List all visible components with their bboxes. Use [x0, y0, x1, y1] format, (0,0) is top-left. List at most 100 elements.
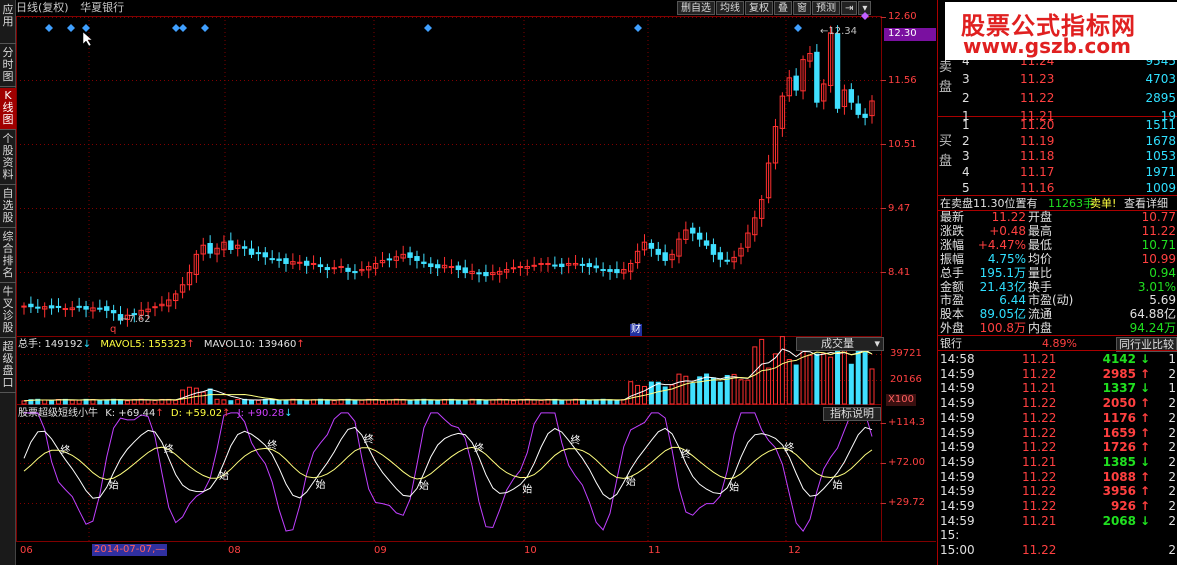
stat-value-2: 64.88亿 — [1129, 307, 1176, 322]
volume-bar — [386, 399, 392, 405]
stat-value-2: 10.71 — [1141, 237, 1176, 252]
signal-diamond-icon — [424, 24, 432, 32]
tick-row: 14:59 11.22 1726 ↑ 2 — [938, 440, 1177, 455]
volume-bar — [635, 384, 641, 405]
tick-time: 14:59 — [940, 410, 975, 425]
stat-value: 6.44 — [999, 293, 1026, 308]
sell-level-row[interactable]: 3 11.23 4703 — [938, 71, 1177, 87]
tick-extra: 2 — [1168, 396, 1176, 411]
candle-down — [724, 259, 730, 262]
level-num: 4 — [962, 165, 970, 180]
volume-bar — [835, 346, 841, 405]
tick-row: 14:59 11.22 3956 ↑ 2 — [938, 484, 1177, 499]
candle-up — [510, 267, 517, 270]
tab-super-panel[interactable]: 超级盘口 — [0, 339, 16, 393]
volume-bar — [483, 400, 489, 405]
stat-label: 总手 — [940, 265, 965, 280]
candle-down — [248, 248, 255, 255]
stat-row: 股本 89.05亿 流通 64.88亿 — [938, 307, 1177, 321]
tick-extra: 2 — [1168, 543, 1176, 558]
volume-ma-line — [23, 350, 873, 402]
candle-down — [476, 272, 482, 275]
candle-down — [207, 243, 213, 254]
volume-bar — [104, 399, 110, 405]
arrow-up-icon: ↑ — [1139, 484, 1150, 499]
tab-profile[interactable]: 个股资料 — [0, 131, 16, 185]
tab-diagnosis[interactable]: 牛叉诊股 — [0, 284, 16, 338]
xaxis-label-10: 10 — [524, 545, 537, 556]
mouse-cursor-icon — [82, 31, 93, 47]
tab-apps[interactable]: 应用 — [0, 2, 16, 44]
arrow-down-icon: ↓ — [1139, 352, 1150, 366]
buy-level-row[interactable]: 4 11.17 1971 — [938, 164, 1177, 180]
tab-kline[interactable]: K线图 — [0, 88, 16, 130]
volume-bar — [118, 399, 124, 405]
tick-time: 14:58 — [940, 352, 975, 366]
volume-bar — [669, 384, 675, 405]
current-price-tag: 12.30 — [884, 28, 936, 41]
candle-down — [386, 258, 393, 261]
candle-down — [710, 244, 717, 255]
vol-unit: X100 — [886, 394, 916, 406]
stat-label-2: 均价 — [1028, 251, 1053, 266]
finance-marker[interactable]: 财 — [630, 324, 642, 336]
volume-bar — [324, 399, 330, 405]
candle-down — [552, 264, 558, 267]
tab-watchlist[interactable]: 自选股 — [0, 186, 16, 228]
kline-chart[interactable]: 终始 终始 终始 终始 终始 终始 终始 终始 — [16, 0, 937, 565]
buy-level-row[interactable]: 5 11.16 1009 — [938, 180, 1177, 196]
stat-row: 涨跌 +0.48 最高 11.22 — [938, 224, 1177, 238]
tick-extra: 2 — [1168, 513, 1176, 528]
xaxis-label-11: 11 — [648, 545, 661, 556]
tab-intraday[interactable]: 分时图 — [0, 45, 16, 87]
volume-bar — [428, 399, 434, 405]
volume-bar — [662, 386, 668, 405]
level-num: 5 — [962, 180, 970, 195]
tick-price: 11.22 — [1022, 543, 1057, 558]
arrow-up-icon: ↑ — [1139, 410, 1150, 425]
candle-up — [310, 262, 317, 265]
stat-label-2: 最低 — [1028, 237, 1053, 252]
level-volume: 4703 — [1145, 72, 1176, 87]
tick-time: 15: — [940, 528, 960, 543]
sell-level-row[interactable]: 2 11.22 2895 — [938, 90, 1177, 106]
candle-down — [703, 240, 710, 246]
buy-level-row[interactable]: 1 11.20 1511 — [938, 117, 1177, 133]
volume-bar — [228, 400, 234, 405]
arrow-up-icon: ↑ — [1139, 440, 1150, 455]
indicator-selector[interactable]: 成交量 ▾ — [796, 337, 884, 351]
tick-volume: 2985 — [1102, 366, 1136, 381]
stat-row: 金额 21.43亿 换手 3.01% — [938, 280, 1177, 294]
tab-ranking[interactable]: 综合排名 — [0, 229, 16, 283]
buy-level-row[interactable]: 3 11.18 1053 — [938, 148, 1177, 164]
start-mark: 始 — [419, 479, 429, 492]
stat-row: 总手 195.1万 量比 0.94 — [938, 266, 1177, 280]
stat-row: 涨幅 +4.47% 最低 10.71 — [938, 238, 1177, 252]
stat-label-2: 最高 — [1028, 223, 1053, 238]
candle-down — [104, 306, 110, 311]
level-num: 1 — [962, 118, 970, 132]
arrow-up-icon: ↑ — [1139, 425, 1150, 440]
price-tick-4: 10.51 — [888, 139, 917, 150]
buy-level-row[interactable]: 2 11.19 1678 — [938, 133, 1177, 149]
tick-extra: 2 — [1168, 425, 1176, 440]
volume-bar — [304, 400, 310, 405]
candle-up — [331, 267, 337, 270]
price-tick-5: 9.47 — [888, 203, 911, 214]
candle-down — [255, 252, 262, 255]
candle-down — [462, 267, 468, 274]
indicator-help-button[interactable]: 指标说明 — [823, 407, 881, 421]
volume-bar — [848, 363, 854, 405]
tick-extra: 2 — [1168, 440, 1176, 455]
tick-time: 14:59 — [940, 513, 975, 528]
indicator-marks: 终始 终始 终始 终始 终始 终始 终始 终始 — [60, 433, 842, 496]
volume-header: 总手: 149192↓ MAVOL5: 155323↑ MAVOL10: 139… — [18, 339, 305, 350]
tick-time: 14:59 — [940, 469, 975, 484]
tick-extra: 1 — [1168, 352, 1176, 366]
tick-row: 14:58 11.21 4142 ↓ 1 — [938, 352, 1177, 367]
end-mark: 终 — [784, 441, 794, 454]
signal-diamond-icon — [179, 24, 187, 32]
candle-down — [414, 256, 420, 261]
candle-down — [276, 258, 282, 261]
level-price: 11.23 — [1020, 72, 1055, 87]
